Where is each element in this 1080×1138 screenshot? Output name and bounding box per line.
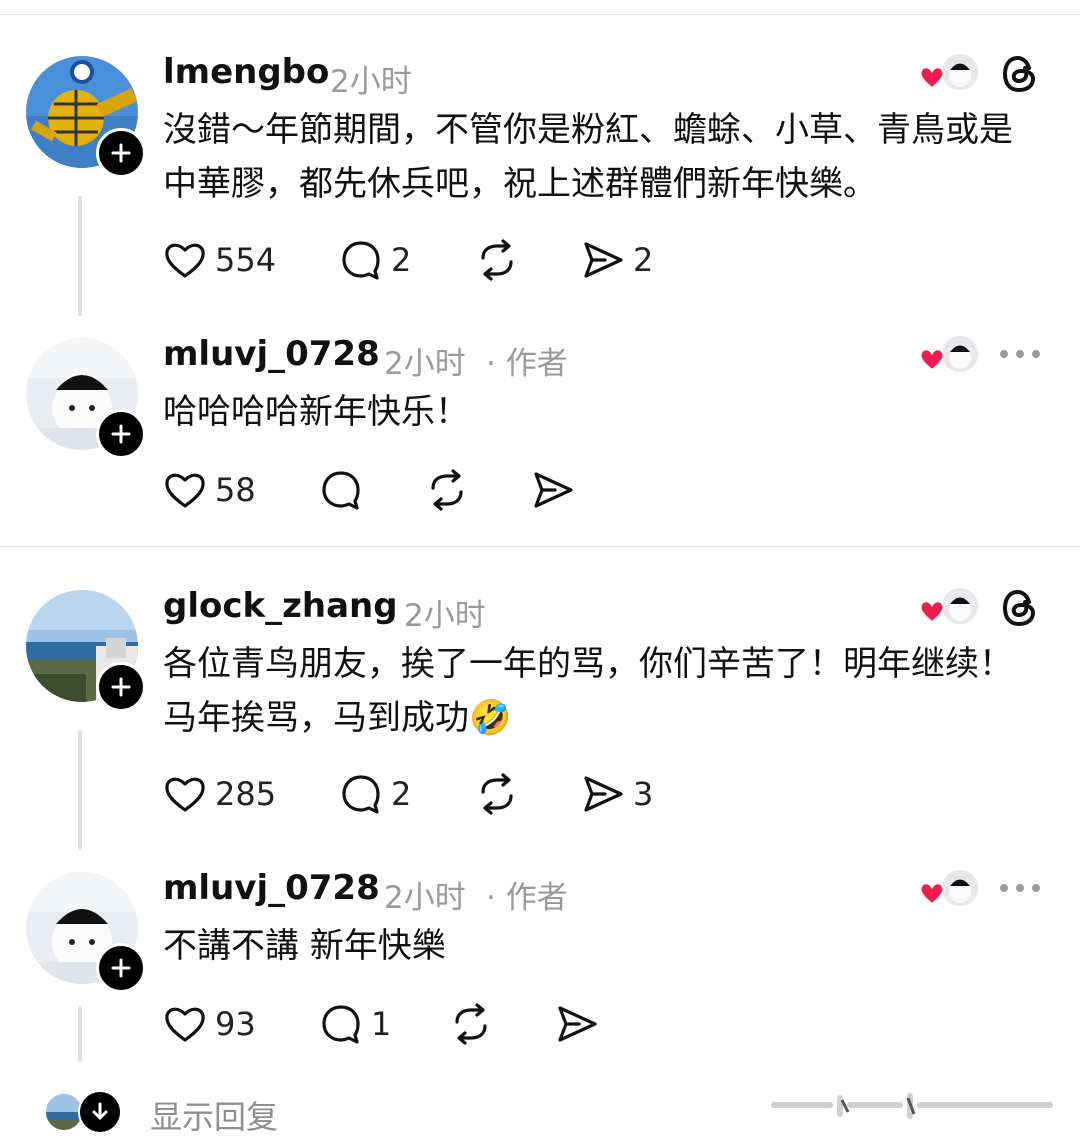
heart-icon [919,600,945,624]
like-button[interactable]: 58 [163,466,256,514]
comment-button[interactable]: 2 [339,236,411,284]
author-tag: · 作者 [486,346,568,382]
repost-button[interactable] [475,236,519,284]
share-button[interactable] [555,1000,599,1048]
post-body: 沒錯～年節期間，不管你是粉紅、蟾蜍、小草、青鳥或是中華膠，都先休兵吧，祝上述群體… [163,110,1013,204]
send-icon [558,1006,597,1042]
share-button[interactable]: 3 [581,770,653,818]
username[interactable]: lmengbo [163,52,329,92]
post-body: 各位青鸟朋友，挨了一年的骂，你们辛苦了！明年继续！马年挨骂，马到成功🤣 [163,644,1013,738]
comment-button[interactable] [319,466,363,514]
redaction-scribble [771,1093,1053,1119]
plus-icon [111,958,131,978]
send-icon [584,776,623,812]
more-icon[interactable] [998,882,1042,894]
repost-icon [455,1003,487,1045]
heart-icon [919,882,945,906]
action-row: 93 1 [163,1000,663,1048]
post-body: 不講不講 新年快樂 [163,926,446,966]
timestamp: 2小时 [384,346,466,382]
like-count: 93 [215,1005,256,1043]
share-count: 3 [633,775,654,813]
plus-icon [111,677,131,697]
timestamp: 2小时 [404,598,486,634]
liked-by-author-badge [918,586,980,630]
like-count: 554 [215,241,277,279]
action-row: 285 2 3 [163,770,763,818]
comment-icon [342,241,380,280]
repost-button[interactable] [449,1000,493,1048]
share-button[interactable]: 2 [581,236,653,284]
show-replies-button[interactable]: 显示回复 [40,1086,640,1136]
top-divider [0,14,1080,15]
post-body: 哈哈哈哈新年快乐！ [163,392,469,432]
share-count: 2 [633,241,654,279]
comment-button[interactable]: 1 [319,1000,391,1048]
thread-line [78,196,82,316]
liked-by-author-badge [918,52,980,96]
comment-count: 2 [391,775,412,813]
show-replies-label: 显示回复 [150,1098,279,1136]
send-icon [584,242,623,278]
author-mini-avatar [940,334,980,374]
action-row: 554 2 2 [163,236,763,284]
heart-icon [919,348,945,372]
comment-button[interactable]: 2 [339,770,411,818]
username[interactable]: mluvj_0728 [163,334,380,374]
plus-icon [111,424,131,444]
heart-outline-icon [165,243,205,278]
like-button[interactable]: 285 [163,770,276,818]
username[interactable]: glock_zhang [163,586,398,626]
comment-count: 1 [371,1005,392,1043]
repost-button[interactable] [425,466,469,514]
repost-button[interactable] [475,770,519,818]
send-icon [534,472,573,508]
threads-logo-icon[interactable] [1000,588,1040,628]
author-mini-avatar [940,868,980,908]
heart-icon [919,66,945,90]
author-tag: · 作者 [486,880,568,916]
follow-button[interactable] [96,943,146,993]
reply-avatar [46,1094,82,1130]
thread-line [78,730,82,850]
like-button[interactable]: 93 [163,1000,256,1048]
heart-outline-icon [165,777,205,812]
threads-logo-icon[interactable] [1000,54,1040,94]
share-button[interactable] [531,466,575,514]
like-button[interactable]: 554 [163,236,276,284]
more-icon[interactable] [998,348,1042,360]
repost-icon [431,469,463,511]
timestamp: 2小时 [330,64,412,100]
author-mini-avatar [940,586,980,626]
timestamp: 2小时 [384,880,466,916]
repost-icon [481,773,513,815]
follow-button[interactable] [96,409,146,459]
follow-button[interactable] [96,128,146,178]
like-count: 58 [215,471,256,509]
follow-button[interactable] [96,662,146,712]
plus-icon [111,143,131,163]
thread-divider [0,546,1080,547]
comment-icon [322,1005,360,1044]
liked-by-author-badge [918,334,980,378]
heart-outline-icon [165,1007,205,1042]
liked-by-author-badge [918,868,980,912]
username[interactable]: mluvj_0728 [163,868,380,908]
comment-icon [342,775,380,814]
repost-icon [481,239,513,281]
comment-count: 2 [391,241,412,279]
comment-icon [322,471,360,510]
author-mini-avatar [940,52,980,92]
action-row: 58 [163,466,663,514]
thread-line [78,1006,82,1062]
heart-outline-icon [165,473,205,508]
like-count: 285 [215,775,277,813]
expand-replies-icon [78,1090,122,1134]
